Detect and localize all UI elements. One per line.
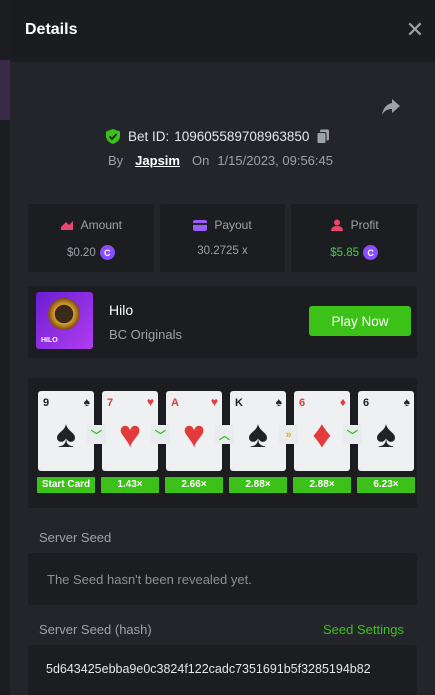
multiplier-badge: 6.23× xyxy=(357,477,415,493)
card-suit-icon: ♥ xyxy=(210,395,218,409)
multiplier-badge: 2.88× xyxy=(293,477,351,493)
playing-card: K ♠ ♠ xyxy=(230,391,286,471)
amount-stat: Amount $0.20 C xyxy=(28,204,154,272)
bet-id-row: Bet ID: 109605589708963850 xyxy=(106,126,330,146)
profit-value: $5.85 xyxy=(330,246,360,259)
multiplier-badge: 2.66× xyxy=(165,477,223,493)
card-rank: A xyxy=(171,397,179,409)
coin-icon: C xyxy=(363,245,379,260)
amount-label: Amount xyxy=(80,218,123,232)
profit-icon xyxy=(330,219,343,231)
card-rank: 7 xyxy=(107,397,114,409)
multiplier-badge: 2.88× xyxy=(229,477,287,493)
bet-stats: Amount $0.20 C Payout 30.2725 x Profit $… xyxy=(28,204,418,272)
play-now-button[interactable]: Play Now xyxy=(309,306,411,336)
game-name: Hilo xyxy=(109,302,134,318)
user-link[interactable]: Japsim xyxy=(135,153,180,168)
playing-card: 6 ♦ ♦ xyxy=(294,391,350,471)
card-suit-icon: ♠ xyxy=(403,395,410,409)
card-suit-icon: ♥ xyxy=(182,414,206,456)
server-seed-hash-box: 5d643425ebba9e0c3824f122cadc7351691b5f32… xyxy=(28,645,417,695)
card-suit-icon: ♠ xyxy=(83,395,90,409)
higher-arrow-icon: ︿ xyxy=(215,425,234,444)
share-icon[interactable] xyxy=(380,97,402,117)
modal-title: Details xyxy=(25,21,78,38)
payout-value: 30.2725 x xyxy=(197,245,248,257)
bet-datetime: 1/15/2023, 09:56:45 xyxy=(217,152,333,168)
on-label: On xyxy=(191,152,210,168)
lower-arrow-icon: ﹀ xyxy=(87,425,106,444)
lower-arrow-icon: ﹀ xyxy=(343,425,362,444)
bet-id-label: Bet ID: xyxy=(128,128,170,144)
details-modal: Details ✕ Bet ID: 109605589708963850 By … xyxy=(10,0,435,695)
payout-stat: Payout 30.2725 x xyxy=(159,204,286,272)
card-rank: 9 xyxy=(43,397,50,409)
multiplier-badge: 1.43× xyxy=(101,477,159,493)
seed-settings-link[interactable]: Seed Settings xyxy=(323,622,404,637)
game-provider: BC Originals xyxy=(109,327,182,342)
playing-card: 6 ♠ ♠ xyxy=(358,391,414,471)
shield-check-icon xyxy=(106,128,120,144)
amount-icon xyxy=(60,221,73,230)
game-card: HILO Hilo BC Originals Play Now xyxy=(28,286,417,358)
card-rank: 6 xyxy=(299,397,306,409)
card-suit-icon: ♦ xyxy=(339,395,346,409)
server-seed-value: The Seed hasn't been revealed yet. xyxy=(47,572,252,587)
profit-label: Profit xyxy=(350,218,379,232)
payout-card-icon xyxy=(193,219,208,231)
card-suit-icon: ♥ xyxy=(146,395,154,409)
card-suit-icon: ♥ xyxy=(118,414,142,456)
profit-stat: Profit $5.85 C xyxy=(291,204,418,272)
playing-card: 7 ♥ ♥ xyxy=(102,391,158,471)
card-suit-icon: ♦ xyxy=(312,414,332,456)
by-label: By xyxy=(108,152,124,168)
bet-meta-row: By Japsim On 1/15/2023, 09:56:45 xyxy=(108,151,333,169)
card-suit-icon: ♠ xyxy=(275,395,282,409)
card-suit-icon: ♠ xyxy=(55,414,77,456)
amount-value: $0.20 xyxy=(66,246,96,259)
server-seed-label: Server Seed xyxy=(39,530,112,545)
close-icon[interactable]: ✕ xyxy=(405,19,425,41)
server-seed-box: The Seed hasn't been revealed yet. xyxy=(28,553,417,605)
payout-label: Payout xyxy=(214,218,252,232)
skip-arrow-icon: » xyxy=(279,425,298,444)
card-suit-icon: ♠ xyxy=(247,414,269,456)
playing-card: A ♥ ♥ xyxy=(166,391,222,471)
card-suit-icon: ♠ xyxy=(375,414,397,456)
playing-card: 9 ♠ ♠ xyxy=(38,391,94,471)
hilo-game-thumbnail[interactable]: HILO xyxy=(36,292,93,349)
card-history-panel: 9 ♠ ♠ Start Card 7 ♥ ♥ 1.43× A ♥ ♥ 2.66× K ♠ ♠ 2.88× 6 ♦ ♦… xyxy=(28,378,417,508)
modal-header: Details ✕ xyxy=(10,0,435,62)
copy-icon[interactable] xyxy=(316,129,330,144)
card-rank: K xyxy=(235,397,243,409)
server-seed-hash-label: Server Seed (hash) xyxy=(39,622,152,637)
server-seed-hash-value: 5d643425ebba9e0c3824f122cadc7351691b5f32… xyxy=(46,662,371,676)
card-rank: 6 xyxy=(363,397,370,409)
coin-icon: C xyxy=(99,245,115,260)
bet-id-value: 109605589708963850 xyxy=(174,128,310,144)
lower-arrow-icon: ﹀ xyxy=(151,425,170,444)
start-card-badge: Start Card xyxy=(37,477,95,493)
thumb-tag: HILO xyxy=(41,337,58,344)
